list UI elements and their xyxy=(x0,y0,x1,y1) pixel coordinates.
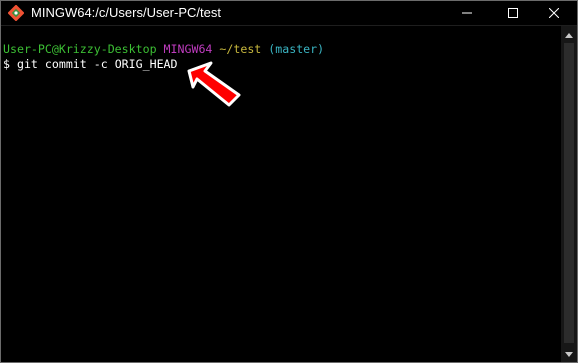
maximize-icon xyxy=(508,8,518,18)
current-path: ~/test xyxy=(219,42,262,56)
command-line: $ git commit -c ORIG_HEAD xyxy=(3,57,178,71)
command-text: git commit -c ORIG_HEAD xyxy=(16,57,178,71)
title-bar[interactable]: MINGW64:/c/Users/User-PC/test xyxy=(1,1,577,26)
scroll-up-button[interactable] xyxy=(561,26,577,42)
minimize-button[interactable] xyxy=(444,1,490,25)
chevron-down-icon xyxy=(565,345,573,362)
git-bash-icon xyxy=(7,4,25,22)
vertical-scrollbar[interactable] xyxy=(561,26,577,362)
close-button[interactable] xyxy=(531,1,577,25)
git-branch: (master) xyxy=(268,42,325,56)
maximize-button[interactable] xyxy=(490,1,536,25)
terminal-window: MINGW64:/c/Users/User-PC/test User-PC@Kr… xyxy=(0,0,578,363)
window-title: MINGW64:/c/Users/User-PC/test xyxy=(31,5,221,20)
prompt-line: User-PC@Krizzy-Desktop MINGW64 ~/test (m… xyxy=(3,42,324,56)
scrollbar-thumb[interactable] xyxy=(564,43,574,343)
scroll-down-button[interactable] xyxy=(561,346,577,362)
minimize-icon xyxy=(462,8,472,18)
system-name: MINGW64 xyxy=(163,42,213,56)
user-host: User-PC@Krizzy-Desktop xyxy=(3,42,157,56)
close-icon xyxy=(549,8,559,18)
terminal-output[interactable]: User-PC@Krizzy-Desktop MINGW64 ~/test (m… xyxy=(1,26,561,362)
prompt-symbol: $ xyxy=(3,57,10,71)
chevron-up-icon xyxy=(565,25,573,43)
red-arrow-pointer-icon xyxy=(183,57,245,109)
